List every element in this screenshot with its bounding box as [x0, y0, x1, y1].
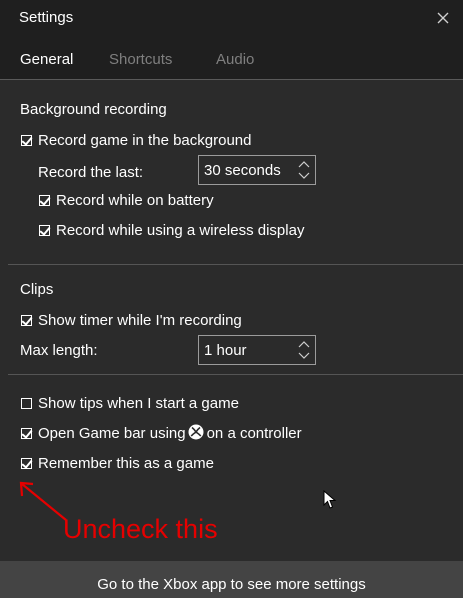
select-value: 1 hour [204, 342, 247, 359]
checkbox-label: Show timer while I'm recording [38, 311, 242, 329]
spinner-icon[interactable] [296, 339, 312, 361]
checkbox-label: Record while on battery [56, 191, 214, 209]
checkbox-icon[interactable] [21, 427, 32, 439]
checkbox-icon[interactable] [39, 224, 50, 236]
section-title-background-recording: Background recording [20, 101, 167, 118]
tab-divider [0, 79, 463, 80]
checkbox-label: Open Game bar using on a controller [38, 424, 302, 442]
title-bar: Settings [0, 0, 463, 38]
mouse-cursor-icon [323, 490, 337, 509]
select-value: 30 seconds [204, 162, 281, 179]
checkbox-icon[interactable] [21, 397, 32, 409]
section-divider [8, 264, 463, 265]
open-game-bar-label-pre: Open Game bar using [38, 425, 186, 442]
close-icon[interactable] [433, 8, 453, 28]
tab-audio[interactable]: Audio [216, 51, 254, 68]
tab-bar: General Shortcuts Audio [0, 38, 463, 80]
open-game-bar-label-post: on a controller [206, 425, 302, 442]
record-the-last-select[interactable]: 30 seconds [198, 155, 316, 185]
window-title: Settings [19, 9, 74, 26]
checkbox-icon[interactable] [21, 314, 32, 326]
record-the-last-label: Record the last: [38, 164, 144, 181]
max-length-label: Max length: [20, 342, 98, 359]
spinner-icon[interactable] [296, 159, 312, 181]
record-wireless-display-checkbox[interactable]: Record while using a wireless display [39, 220, 304, 240]
annotation-text: Uncheck this [63, 514, 218, 544]
tab-shortcuts[interactable]: Shortcuts [109, 51, 172, 68]
annotation-arrow-icon [19, 481, 67, 521]
footer-label: Go to the Xbox app to see more settings [97, 576, 366, 593]
show-timer-checkbox[interactable]: Show timer while I'm recording [21, 310, 242, 330]
checkbox-label: Record while using a wireless display [56, 221, 305, 239]
remember-game-checkbox[interactable]: Remember this as a game [21, 453, 214, 473]
open-game-bar-checkbox[interactable]: Open Game bar using on a controller [21, 423, 302, 443]
tab-general[interactable]: General [20, 51, 73, 68]
checkbox-icon[interactable] [39, 194, 50, 206]
section-title-clips: Clips [20, 281, 54, 298]
checkbox-label: Show tips when I start a game [38, 394, 239, 412]
record-in-background-checkbox[interactable]: Record game in the background [21, 130, 251, 150]
record-on-battery-checkbox[interactable]: Record while on battery [39, 190, 214, 210]
checkbox-icon[interactable] [21, 457, 32, 469]
xbox-icon [188, 424, 204, 440]
xbox-app-footer-button[interactable]: Go to the Xbox app to see more settings [0, 561, 463, 598]
section-divider [8, 374, 463, 375]
checkbox-icon[interactable] [21, 134, 32, 146]
checkbox-label: Record game in the background [38, 131, 252, 149]
max-length-select[interactable]: 1 hour [198, 335, 316, 365]
show-tips-checkbox[interactable]: Show tips when I start a game [21, 393, 239, 413]
checkbox-label: Remember this as a game [38, 454, 214, 472]
